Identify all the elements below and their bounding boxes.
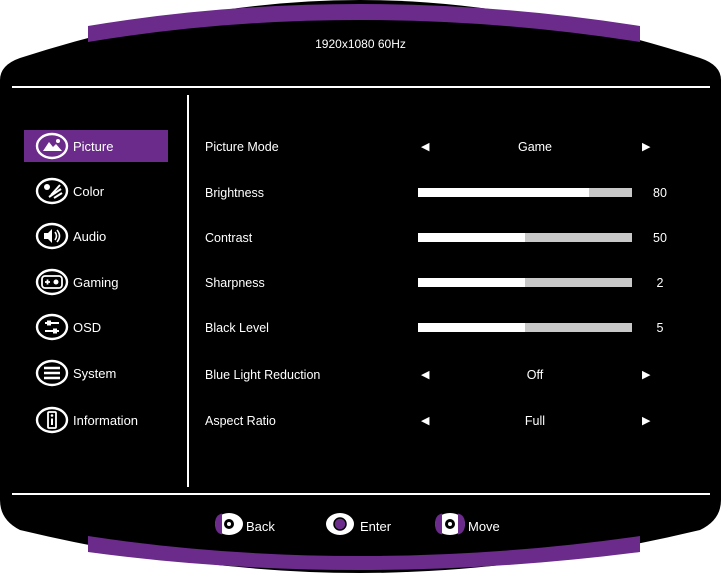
setting-aspect-ratio[interactable]: Aspect Ratio ◀ Full ▶ (205, 410, 675, 434)
osd-icon (35, 313, 69, 341)
setting-label: Picture Mode (205, 140, 279, 154)
enter-icon (320, 511, 360, 542)
blue-light-value: Off (526, 368, 544, 382)
sidebar-item-label: Audio (73, 228, 107, 244)
setting-label: Black Level (205, 321, 269, 335)
sidebar-item-label: OSD (73, 319, 102, 335)
setting-label: Sharpness (205, 276, 265, 290)
sidebar-item-picture[interactable]: Picture (24, 130, 168, 162)
slider-fill (418, 278, 525, 287)
sidebar-item-system[interactable]: System (24, 357, 168, 389)
sidebar-item-label: Color (73, 183, 105, 199)
back-button[interactable]: Back (212, 511, 275, 542)
arrow-right-icon[interactable]: ▶ (642, 368, 650, 381)
picture-mode-value: Game (517, 140, 553, 154)
sidebar-item-label: Picture (73, 138, 114, 154)
sidebar-item-information[interactable]: Information (24, 404, 168, 436)
resolution-status: 1920x1080 60Hz (315, 37, 406, 51)
audio-icon (35, 222, 69, 250)
slider-fill (418, 233, 525, 242)
move-label: Move (468, 519, 500, 534)
sidebar-item-label: Information (73, 412, 139, 428)
information-icon (35, 406, 69, 434)
enter-button[interactable]: Enter (320, 511, 391, 542)
arrow-right-icon[interactable]: ▶ (642, 414, 650, 427)
black-level-slider[interactable] (418, 323, 632, 332)
enter-label: Enter (360, 519, 392, 534)
arrow-right-icon[interactable]: ▶ (642, 140, 650, 153)
setting-label: Brightness (205, 186, 265, 200)
sidebar-item-color[interactable]: Color (24, 175, 168, 207)
arrow-left-icon[interactable]: ◀ (421, 368, 429, 381)
sidebar-item-label: System (73, 365, 117, 381)
move-button[interactable]: Move (432, 511, 500, 542)
contrast-slider[interactable] (418, 233, 632, 242)
contrast-value: 50 (653, 231, 667, 245)
black-level-value: 5 (656, 321, 664, 335)
sharpness-slider[interactable] (418, 278, 632, 287)
setting-picture-mode[interactable]: Picture Mode ◀ Game ▶ (205, 136, 675, 160)
brightness-slider[interactable] (418, 188, 632, 197)
setting-contrast[interactable]: Contrast 50 (205, 227, 675, 251)
color-icon (35, 177, 69, 205)
setting-black-level[interactable]: Black Level 5 (205, 317, 675, 341)
move-icon (432, 511, 468, 542)
setting-blue-light-reduction[interactable]: Blue Light Reduction ◀ Off ▶ (205, 364, 675, 388)
arrow-left-icon[interactable]: ◀ (421, 140, 429, 153)
aspect-ratio-value: Full (524, 414, 546, 428)
picture-icon (35, 132, 69, 160)
sidebar-item-label: Gaming (73, 274, 119, 290)
arrow-left-icon[interactable]: ◀ (421, 414, 429, 427)
back-label: Back (246, 519, 275, 534)
sharpness-value: 2 (656, 276, 664, 290)
brightness-value: 80 (653, 186, 667, 200)
gaming-icon (35, 268, 69, 296)
system-icon (35, 359, 69, 387)
sidebar-item-gaming[interactable]: Gaming (24, 266, 168, 298)
setting-label: Blue Light Reduction (205, 368, 321, 382)
setting-brightness[interactable]: Brightness 80 (205, 182, 675, 206)
sidebar-item-audio[interactable]: Audio (24, 220, 168, 252)
setting-sharpness[interactable]: Sharpness 2 (205, 272, 675, 296)
slider-fill (418, 323, 525, 332)
back-icon (212, 511, 246, 542)
setting-label: Contrast (205, 231, 253, 245)
setting-label: Aspect Ratio (205, 414, 276, 428)
slider-fill (418, 188, 590, 197)
sidebar-item-osd[interactable]: OSD (24, 311, 168, 343)
